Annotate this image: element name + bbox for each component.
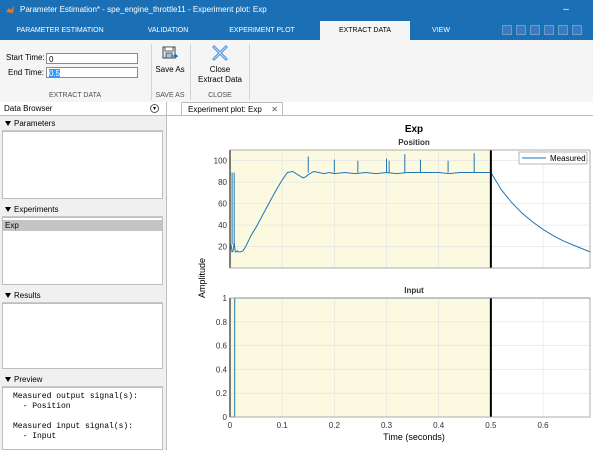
y-tick-label: 40	[218, 221, 227, 230]
collapse-triangle-icon	[5, 120, 11, 126]
y-tick-label: 100	[214, 157, 228, 166]
experiments-list[interactable]: Exp	[2, 217, 163, 285]
results-section-header[interactable]: Results	[2, 290, 163, 303]
copy-icon[interactable]	[558, 25, 568, 35]
preview-label: Preview	[14, 375, 43, 384]
preview-line: - Input	[13, 432, 57, 441]
start-time-value: 0	[49, 55, 54, 64]
document-area: Experiment plot: Exp ✕ Exp Amplitude Tim…	[167, 102, 593, 450]
group-separator	[190, 44, 191, 100]
title-bar: Parameter Estimation* - spe_engine_throt…	[0, 0, 593, 21]
tab-parameter-estimation[interactable]: PARAMETER ESTIMATION	[0, 21, 120, 40]
y-tick-label: 20	[218, 243, 227, 252]
close-icon	[212, 45, 228, 61]
save-icon[interactable]	[502, 25, 512, 35]
end-time-value: 0.5	[49, 69, 61, 78]
x-tick-label: 0.2	[329, 421, 341, 430]
parameters-label: Parameters	[14, 119, 56, 128]
experiments-label: Experiments	[14, 205, 59, 214]
legend: Measured	[518, 151, 588, 165]
group-save-as-label: SAVE AS	[155, 92, 185, 99]
tab-validation[interactable]: VALIDATION	[130, 21, 206, 40]
x-tick-label: 0.5	[485, 421, 497, 430]
parameters-list[interactable]	[2, 131, 163, 199]
subplot-input[interactable]: Input 00.20.40.60.81	[216, 286, 591, 422]
minimize-button[interactable]: –	[554, 2, 578, 18]
help-icon[interactable]	[572, 25, 582, 35]
subplot-title-position: Position	[398, 138, 430, 147]
save-as-label: Save As	[155, 65, 185, 74]
x-tick-label: 0	[228, 421, 233, 430]
start-time-input[interactable]: 0	[46, 53, 138, 64]
window-title: Parameter Estimation* - spe_engine_throt…	[20, 5, 267, 14]
extract-range-highlight	[230, 150, 491, 268]
extract-range-highlight	[230, 298, 491, 417]
parameters-section-header[interactable]: Parameters	[2, 118, 163, 131]
data-browser-panel: Data Browser ▾ Parameters Experiments Ex…	[0, 102, 167, 450]
toolstrip-tabs: PARAMETER ESTIMATION VALIDATION EXPERIME…	[0, 21, 593, 40]
x-tick-label: 0.6	[537, 421, 549, 430]
x-tick-label: 0.3	[381, 421, 393, 430]
group-extract-data-label: EXTRACT DATA	[48, 92, 102, 99]
y-tick-label: 0.6	[216, 342, 228, 351]
save-as-icon	[162, 46, 179, 59]
y-tick-label: 0.2	[216, 389, 228, 398]
collapse-triangle-icon	[5, 292, 11, 298]
experiment-plot[interactable]: Exp Amplitude Time (seconds) Position 20…	[167, 116, 593, 450]
close-label-line1: Close	[209, 65, 231, 74]
undo-icon[interactable]	[516, 25, 526, 35]
preview-section-header[interactable]: Preview	[2, 374, 163, 387]
results-label: Results	[14, 291, 41, 300]
data-browser-title: Data Browser	[4, 104, 53, 113]
x-tick-label: 0.1	[277, 421, 289, 430]
tab-extract-data[interactable]: EXTRACT DATA	[320, 21, 410, 40]
collapse-triangle-icon	[5, 376, 11, 382]
toolstrip: Start Time: 0 End Time: 0.5 EXTRACT DATA…	[0, 40, 593, 103]
data-browser-header: Data Browser ▾	[0, 102, 166, 116]
preview-line: - Position	[13, 402, 71, 411]
end-time-label: End Time:	[8, 68, 45, 77]
ylabel: Amplitude	[197, 258, 207, 298]
doc-tab-experiment-plot[interactable]: Experiment plot: Exp ✕	[181, 102, 283, 116]
xlabel: Time (seconds)	[383, 432, 445, 442]
subplot-position[interactable]: Position 20 40 60 80 100 Measured	[214, 138, 591, 269]
experiments-section-header[interactable]: Experiments	[2, 204, 163, 217]
tab-view[interactable]: VIEW	[414, 21, 468, 40]
y-tick-label: 80	[218, 178, 227, 187]
group-close-label: CLOSE	[208, 92, 232, 99]
cut-icon[interactable]	[544, 25, 554, 35]
preview-line: Measured output signal(s):	[13, 392, 138, 401]
y-tick-label: 60	[218, 200, 227, 209]
preview-box: Measured output signal(s): - Position Me…	[2, 387, 163, 450]
x-tick-label: 0.4	[433, 421, 445, 430]
start-time-label: Start Time:	[6, 53, 45, 62]
panel-menu-icon[interactable]: ▾	[150, 104, 159, 113]
y-tick-label: 0.8	[216, 318, 228, 327]
close-label-line2: Extract Data	[197, 75, 242, 84]
results-list[interactable]	[2, 303, 163, 369]
collapse-triangle-icon	[5, 206, 11, 212]
legend-label: Measured	[550, 154, 586, 163]
plot-title: Exp	[405, 124, 423, 135]
matlab-icon	[6, 6, 14, 13]
group-separator	[249, 44, 250, 100]
redo-icon[interactable]	[530, 25, 540, 35]
experiment-item-exp[interactable]: Exp	[3, 220, 162, 231]
tab-experiment-plot[interactable]: EXPERIMENT PLOT	[212, 21, 312, 40]
y-tick-label: 0.4	[216, 365, 228, 374]
y-tick-label: 1	[223, 294, 228, 303]
subplot-title-input: Input	[404, 286, 424, 295]
end-time-input[interactable]: 0.5	[46, 67, 138, 78]
save-as-button[interactable]: Save As	[152, 44, 188, 75]
preview-line: Measured input signal(s):	[13, 422, 134, 431]
close-extract-data-button[interactable]: Close Extract Data	[194, 44, 246, 85]
